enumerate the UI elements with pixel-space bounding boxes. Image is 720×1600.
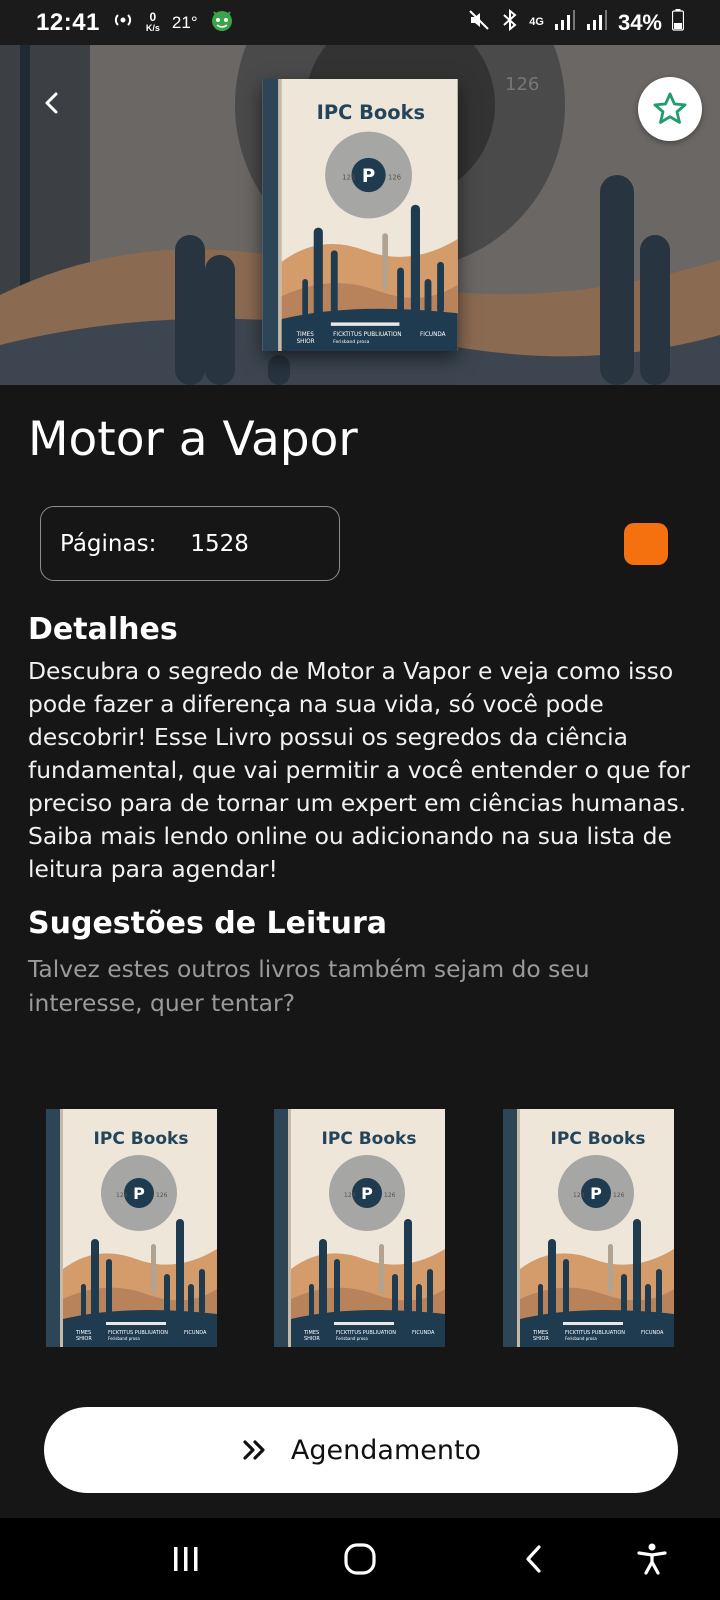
chevron-left-icon — [45, 92, 58, 114]
signal-icon-2 — [586, 9, 608, 36]
accessibility-icon — [637, 1543, 667, 1575]
svg-text:P: P — [133, 1184, 145, 1203]
svg-text:FICUNDA: FICUNDA — [184, 1330, 207, 1336]
pages-field: Páginas: 1528 — [40, 506, 340, 581]
schedule-button-label: Agendamento — [290, 1434, 482, 1466]
mute-icon — [467, 8, 491, 37]
recent-apps-button[interactable] — [164, 1537, 208, 1581]
double-chevron-right-icon — [243, 1440, 265, 1460]
bluetooth-icon — [501, 8, 519, 37]
suggestions-heading: Sugestões de Leitura — [28, 906, 387, 941]
back-icon — [526, 1545, 541, 1573]
suggestion-cover-art: IPC Books P 123 126 TIMES SHIOR FICKTITU… — [274, 1109, 445, 1347]
status-temperature: 21° — [171, 12, 198, 32]
cover-brand: IPC Books — [317, 101, 425, 124]
svg-text:TIMES: TIMES — [296, 332, 315, 338]
svg-text:Ferisband prosa: Ferisband prosa — [333, 339, 369, 345]
details-heading: Detalhes — [28, 612, 178, 647]
svg-text:123: 123 — [573, 1192, 585, 1199]
status-bar: 12:41 0 K/s 21° 4G 34% — [0, 0, 720, 45]
svg-text:123: 123 — [344, 1192, 356, 1199]
svg-text:126: 126 — [613, 1192, 625, 1199]
svg-text:123: 123 — [116, 1192, 128, 1199]
back-button[interactable] — [30, 81, 74, 125]
book-title: Motor a Vapor — [28, 412, 358, 467]
suggestions-subtitle: Talvez estes outros livros também sejam … — [28, 955, 590, 1017]
svg-text:FICUNDA: FICUNDA — [420, 332, 446, 338]
pages-label: Páginas: — [60, 530, 157, 557]
book-cover-art: IPC Books P 123 126 TIMES SHIOR FICKTITU… — [262, 79, 458, 351]
svg-text:SHIOR: SHIOR — [304, 1336, 320, 1342]
cover-brand: IPC Books — [94, 1129, 189, 1149]
home-button[interactable] — [338, 1537, 382, 1581]
svg-text:FICUNDA: FICUNDA — [641, 1330, 664, 1336]
suggestion-cover-art: IPC Books P 123 126 TIMES SHIOR FICKTITU… — [503, 1109, 674, 1347]
status-indicator — [624, 523, 668, 565]
battery-icon — [671, 9, 685, 36]
status-time: 12:41 — [36, 8, 100, 36]
pages-value: 1528 — [190, 530, 249, 557]
svg-text:P: P — [361, 1184, 373, 1203]
cover-brand: IPC Books — [322, 1129, 417, 1149]
svg-text:123: 123 — [342, 174, 355, 182]
accessibility-button[interactable] — [630, 1537, 674, 1581]
svg-text:SHIOR: SHIOR — [76, 1336, 92, 1342]
details-text: Descubra o segredo de Motor a Vapor e ve… — [28, 657, 690, 883]
network-type: 4G — [529, 16, 544, 28]
svg-text:P: P — [362, 166, 375, 187]
suggestion-book[interactable]: IPC Books P 123 126 TIMES SHIOR FICKTITU… — [46, 1109, 217, 1347]
cover-brand: IPC Books — [551, 1129, 646, 1149]
svg-text:FICUNDA: FICUNDA — [412, 1330, 435, 1336]
svg-text:126: 126 — [156, 1192, 168, 1199]
recent-apps-icon — [174, 1547, 198, 1571]
svg-text:P: P — [590, 1184, 602, 1203]
home-icon — [344, 1543, 376, 1575]
suggestion-book[interactable]: IPC Books P 123 126 TIMES SHIOR FICKTITU… — [503, 1109, 674, 1347]
svg-text:SHIOR: SHIOR — [533, 1336, 549, 1342]
network-speed: 0 K/s — [145, 9, 160, 33]
back-nav-button[interactable] — [512, 1537, 556, 1581]
hotspot-icon — [112, 11, 134, 34]
book-cover: IPC Books P 123 126 TIMES SHIOR FICKTITU… — [262, 79, 458, 351]
suggestion-book[interactable]: IPC Books P 123 126 TIMES SHIOR FICKTITU… — [274, 1109, 445, 1347]
star-outline-icon — [653, 92, 687, 124]
svg-text:126: 126 — [384, 1192, 396, 1199]
hero-banner: 126 IPC Books P 123 126 TIMES SHIOR FICK… — [0, 45, 720, 385]
svg-text:Ferisband prosa: Ferisband prosa — [108, 1336, 140, 1341]
signal-icon — [554, 9, 576, 36]
svg-text:126: 126 — [505, 74, 539, 95]
suggestion-cover-art: IPC Books P 123 126 TIMES SHIOR FICKTITU… — [46, 1109, 217, 1347]
svg-text:Ferisband prosa: Ferisband prosa — [336, 1336, 368, 1341]
svg-text:SHIOR: SHIOR — [297, 339, 315, 345]
navigation-bar — [0, 1518, 720, 1600]
battery-percent: 34% — [617, 9, 662, 35]
android-face-icon — [210, 8, 234, 37]
svg-text:FICKTITUS PUBLIUATION: FICKTITUS PUBLIUATION — [333, 332, 401, 338]
svg-text:126: 126 — [388, 174, 401, 182]
schedule-button[interactable]: Agendamento — [44, 1407, 678, 1493]
favorite-button[interactable] — [638, 77, 702, 141]
suggestions-list: IPC Books P 123 126 TIMES SHIOR FICKTITU… — [0, 1109, 720, 1349]
svg-text:Ferisband prosa: Ferisband prosa — [565, 1336, 597, 1341]
